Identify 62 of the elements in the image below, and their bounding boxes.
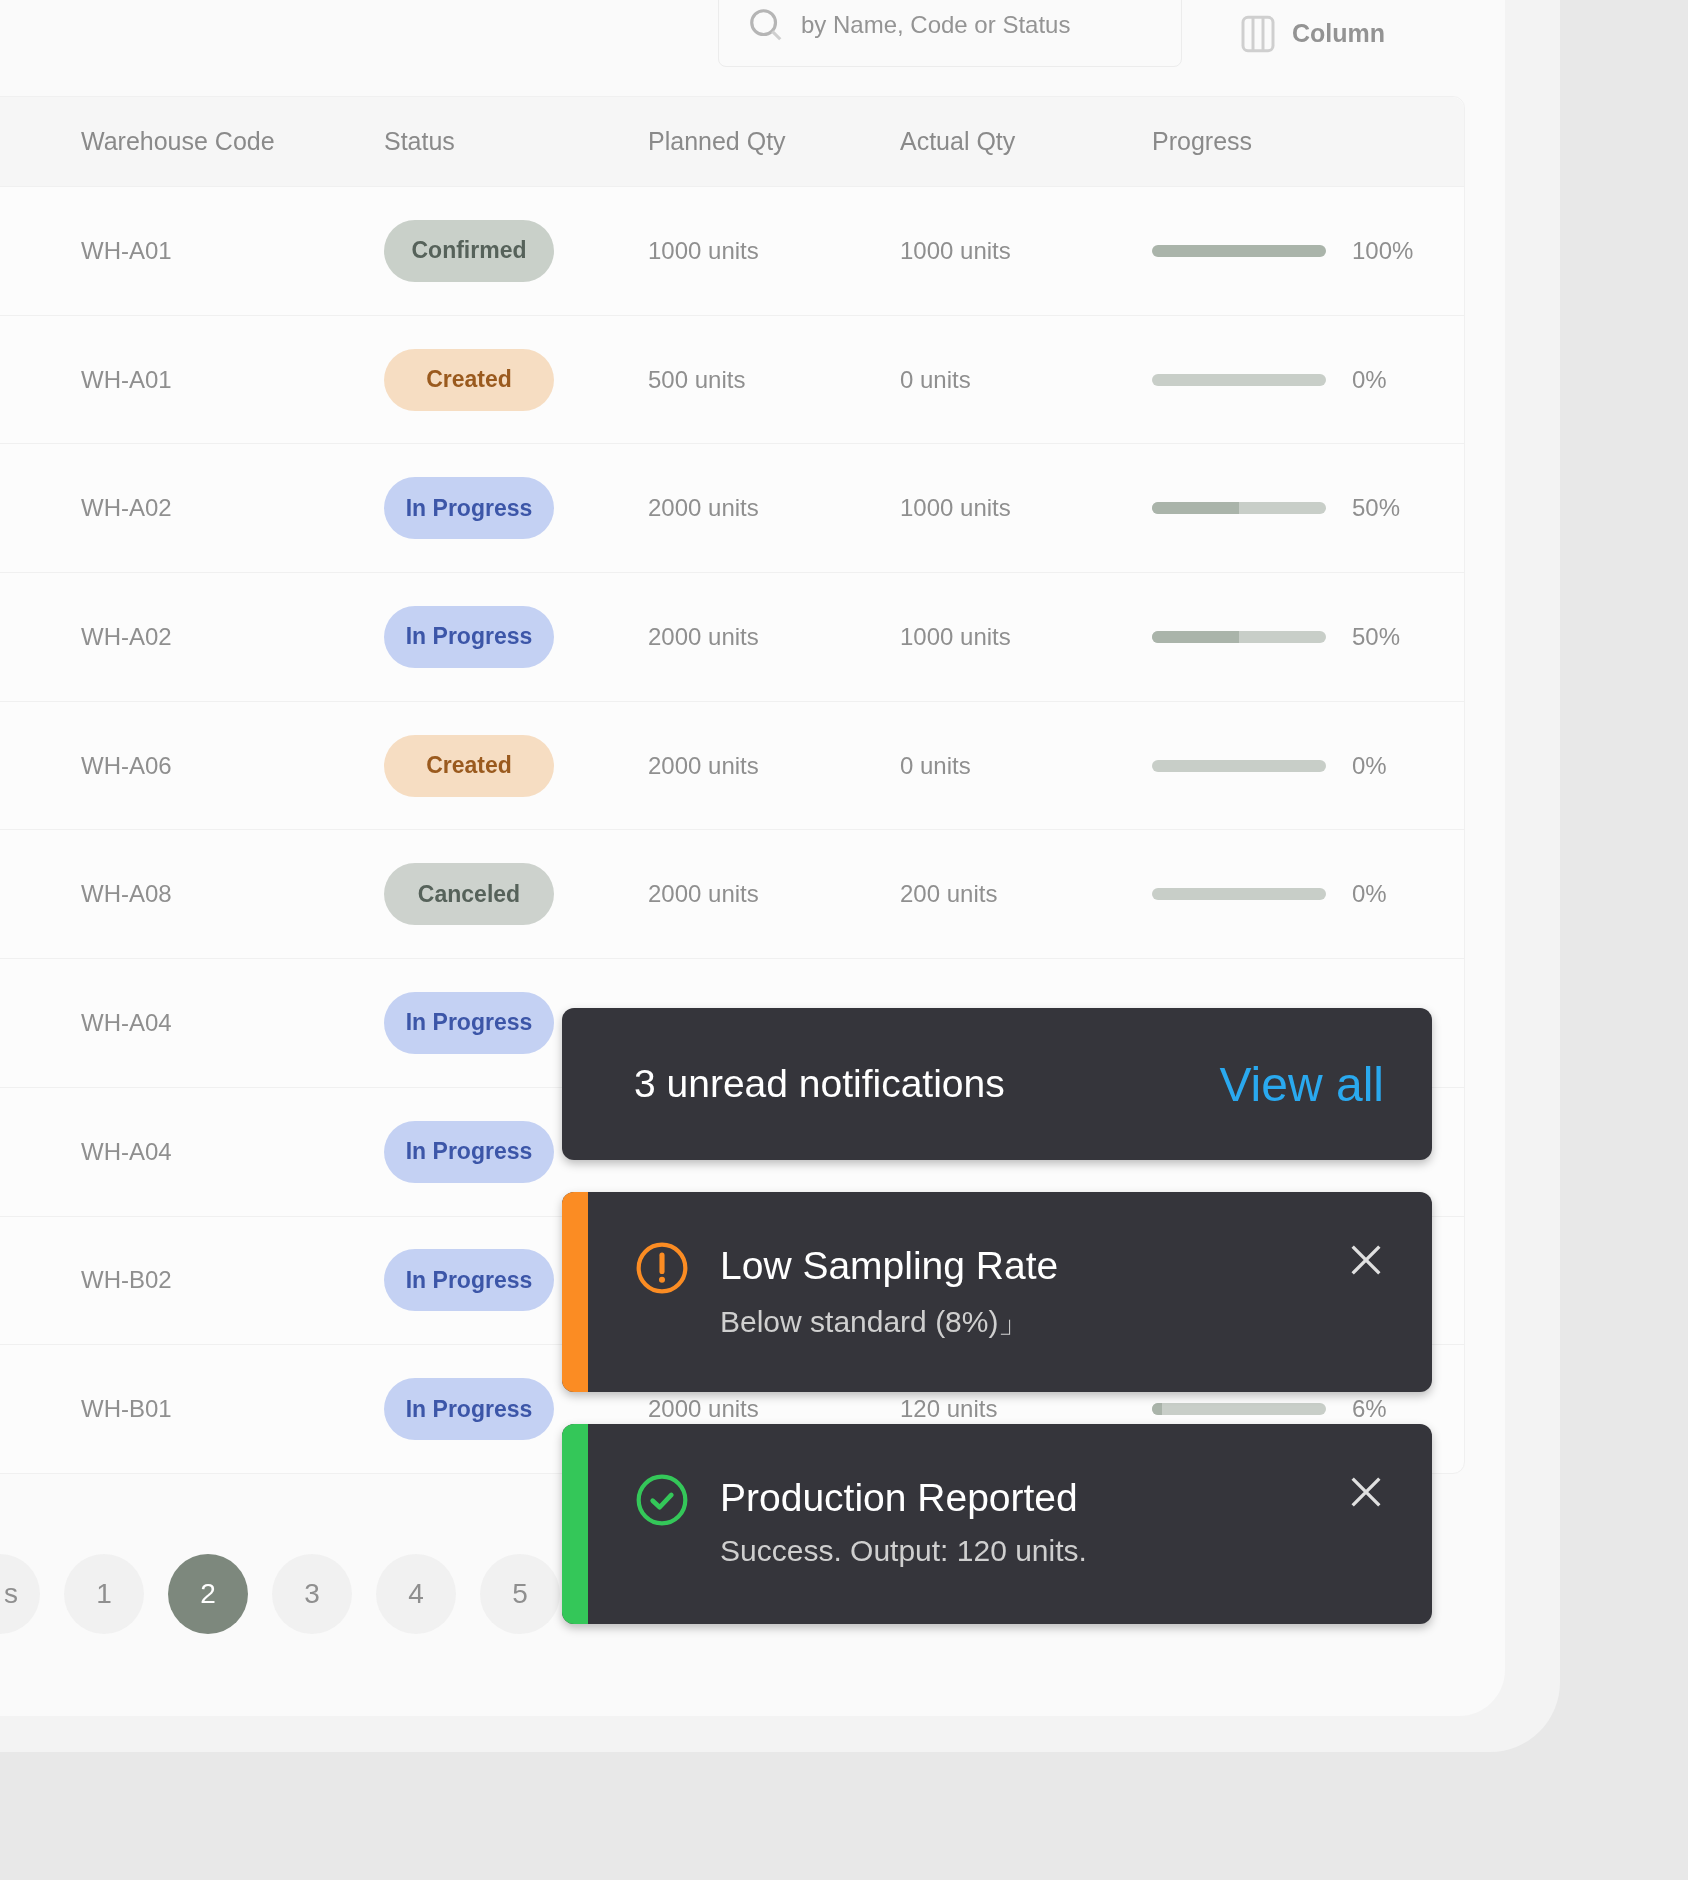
table-cell-text: WH-B01 <box>81 1397 173 1422</box>
table-cell-text: WH-A01 <box>81 367 173 392</box>
status-badge: Canceled <box>384 863 554 926</box>
status-badge: In Progress <box>384 991 554 1054</box>
search-field[interactable]: by Name, Code or Status <box>717 0 1182 67</box>
column-header: Warehouse Code <box>81 129 276 154</box>
status-badge: In Progress <box>384 477 554 540</box>
page-button[interactable]: s <box>0 1553 40 1634</box>
table-cell-text: 2000 units <box>648 624 760 649</box>
table-cell-text: 1000 units <box>900 624 1012 649</box>
page-button[interactable]: 3 <box>272 1553 352 1634</box>
table-cell-text: 120 units <box>900 1397 999 1422</box>
table-cell-text: WH-A02 <box>81 624 173 649</box>
status-badge: In Progress <box>384 1378 554 1441</box>
status-badge: In Progress <box>384 605 554 668</box>
table-cell-text: 0 units <box>900 753 972 778</box>
progress-percent: 50% <box>1352 496 1401 521</box>
table-cell-text: 1000 units <box>900 496 1012 521</box>
progress-percent: 0% <box>1352 882 1387 907</box>
table-cell-text: 2000 units <box>648 882 760 907</box>
table-cell-text: WH-A04 <box>81 1139 173 1164</box>
status-badge: In Progress <box>384 1120 554 1183</box>
table-cell-text: 1000 units <box>900 238 1012 263</box>
table-cell-text: 2000 units <box>648 753 760 778</box>
column-header: Progress <box>1152 129 1254 154</box>
progress-percent: 0% <box>1352 753 1387 778</box>
table-cell-text: 500 units <box>648 367 747 392</box>
notification-message: Success. Output: 120 units. <box>720 1534 1088 1568</box>
notification-title: Low Sampling Rate <box>720 1244 1060 1288</box>
page-button[interactable]: 4 <box>376 1553 456 1634</box>
view-all-link[interactable]: View all <box>1219 1056 1384 1112</box>
table-cell-text: WH-A04 <box>81 1010 173 1035</box>
table-cell-text: WH-A06 <box>81 753 173 778</box>
check-circle-icon <box>634 1472 690 1528</box>
page-button[interactable]: 5 <box>480 1553 560 1634</box>
notification-message: Below standard (8%)」 <box>720 1304 1030 1340</box>
column-header: Status <box>384 129 456 154</box>
unread-count-text: 3 unread notifications <box>634 1062 1005 1106</box>
table-cell-text: 0 units <box>900 367 972 392</box>
table-cell-text: 1000 units <box>648 238 760 263</box>
table-cell-text: WH-A01 <box>81 238 173 263</box>
status-badge: In Progress <box>384 1249 554 1312</box>
table-cell-text: WH-B02 <box>81 1268 173 1293</box>
table-cell-text: WH-A08 <box>81 882 173 907</box>
page-button[interactable]: 1 <box>64 1553 144 1634</box>
page-button[interactable]: 2 <box>168 1553 248 1634</box>
table-cell-text: WH-A02 <box>81 496 173 521</box>
progress-percent: 50% <box>1352 624 1401 649</box>
table-cell-text: 200 units <box>900 882 999 907</box>
column-header: Actual Qty <box>900 129 1017 154</box>
progress-percent: 100% <box>1352 238 1414 263</box>
progress-percent: 6% <box>1352 1397 1387 1422</box>
notification-title: Production Reported <box>720 1476 1079 1520</box>
status-badge: Created <box>384 348 554 411</box>
table-cell-text: 2000 units <box>648 1397 760 1422</box>
column-header: Planned Qty <box>648 129 787 154</box>
status-badge: Confirmed <box>384 219 554 282</box>
table-cell-text: 2000 units <box>648 496 760 521</box>
status-badge: Created <box>384 734 554 797</box>
column-button[interactable]: Column <box>1237 13 1385 54</box>
warning-icon <box>634 1240 690 1296</box>
progress-percent: 0% <box>1352 367 1387 392</box>
